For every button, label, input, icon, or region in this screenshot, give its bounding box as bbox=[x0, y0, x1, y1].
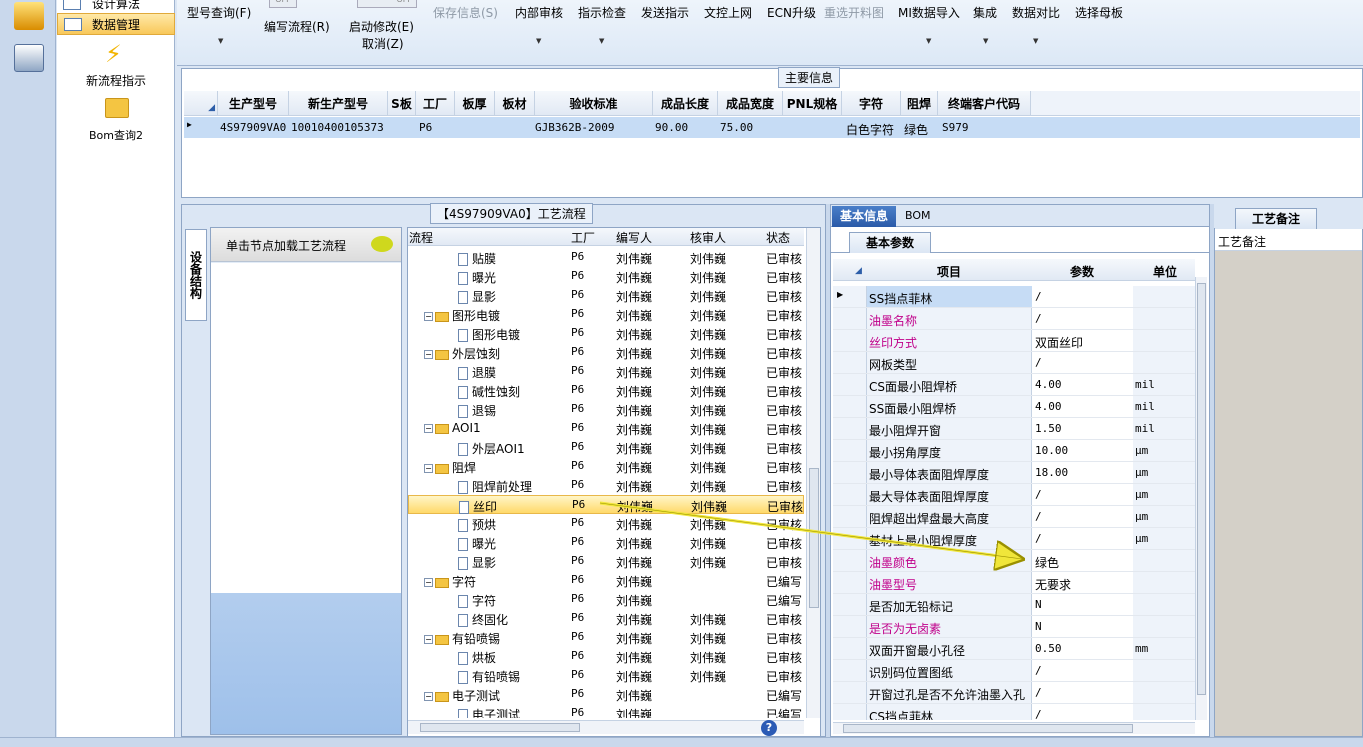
status-bar bbox=[0, 737, 1363, 747]
annotation-arrow bbox=[599, 501, 1363, 747]
